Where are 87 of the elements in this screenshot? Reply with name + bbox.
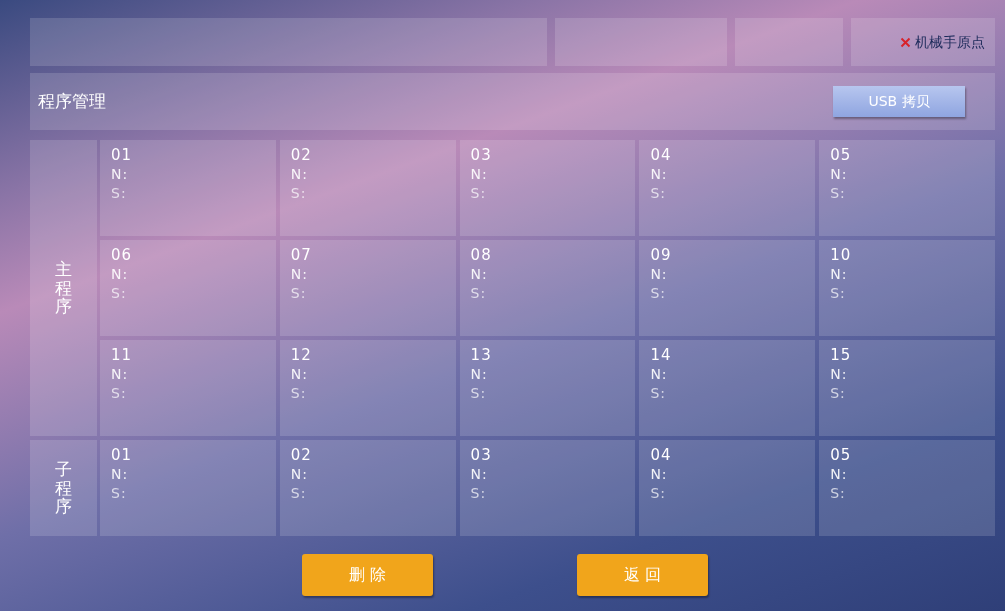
action-button[interactable]: 返 回 — [577, 554, 708, 596]
program-slot[interactable]: 05 N: S: — [819, 140, 995, 236]
name-label: N: — [290, 465, 308, 484]
size-label: S: — [650, 184, 666, 203]
program-slot[interactable]: 14 N: S: — [639, 340, 816, 436]
size-label: S: — [470, 484, 487, 503]
slot-number: 02 — [290, 146, 312, 165]
size-label: S: — [111, 384, 127, 403]
name-label: N: — [830, 165, 848, 184]
slot-number: 03 — [470, 446, 492, 465]
program-slot[interactable]: 02 N: S: — [279, 140, 456, 236]
program-slot[interactable]: 04 N: S: — [639, 140, 816, 236]
name-label: N: — [111, 365, 129, 384]
action-button[interactable]: 删 除 — [302, 554, 433, 596]
program-slot[interactable]: 02 N: S: — [279, 440, 456, 536]
name-label: N: — [470, 265, 488, 284]
slot-number: 02 — [290, 446, 312, 465]
size-label: S: — [650, 384, 666, 403]
name-label: N: — [830, 365, 848, 384]
name-label: N: — [830, 265, 848, 284]
slot-number: 13 — [470, 346, 492, 365]
slot-number: 06 — [111, 246, 133, 265]
program-slot[interactable]: 11 N: S: — [100, 340, 276, 436]
program-slot[interactable]: 09 N: S: — [639, 240, 816, 336]
slot-number: 07 — [290, 246, 312, 265]
program-slot[interactable]: 01 N: S: — [100, 440, 276, 536]
slot-number: 05 — [830, 146, 852, 165]
slot-number: 01 — [111, 446, 133, 465]
size-label: S: — [111, 284, 127, 303]
name-label: N: — [650, 165, 668, 184]
slot-number: 15 — [830, 346, 852, 365]
name-label: N: — [290, 365, 308, 384]
size-label: S: — [830, 184, 846, 203]
name-label: N: — [830, 465, 848, 484]
name-label: N: — [470, 365, 488, 384]
program-slot[interactable]: 15 N: S: — [819, 340, 995, 436]
program-slot[interactable]: 04 N: S: — [639, 440, 816, 536]
slot-number: 05 — [830, 446, 852, 465]
program-slot[interactable]: 03 N: S: — [459, 440, 636, 536]
slot-number: 01 — [111, 146, 133, 165]
group-label: 主程序 — [55, 259, 72, 317]
program-slot[interactable]: 06 N: S: — [100, 240, 276, 336]
name-label: N: — [290, 165, 308, 184]
size-label: S: — [470, 284, 487, 303]
size-label: S: — [830, 384, 846, 403]
program-slot[interactable]: 03 N: S: — [459, 140, 636, 236]
size-label: S: — [650, 484, 666, 503]
slot-number: 03 — [470, 146, 492, 165]
program-slot[interactable]: 05 N: S: — [819, 440, 995, 536]
program-slot[interactable]: 08 N: S: — [459, 240, 636, 336]
program-slot[interactable]: 12 N: S: — [279, 340, 456, 436]
name-label: N: — [111, 265, 129, 284]
size-label: S: — [111, 184, 127, 203]
size-label: S: — [830, 484, 846, 503]
name-label: N: — [111, 465, 129, 484]
size-label: S: — [290, 284, 307, 303]
size-label: S: — [111, 484, 127, 503]
slot-number: 11 — [111, 346, 133, 365]
size-label: S: — [470, 384, 487, 403]
slot-number: 04 — [650, 146, 672, 165]
size-label: S: — [290, 384, 307, 403]
name-label: N: — [290, 265, 308, 284]
size-label: S: — [830, 284, 846, 303]
name-label: N: — [650, 265, 668, 284]
page-title: 程序管理 — [38, 89, 106, 113]
program-slot[interactable]: 10 N: S: — [819, 240, 995, 336]
size-label: S: — [470, 184, 487, 203]
size-label: S: — [650, 284, 666, 303]
name-label: N: — [111, 165, 129, 184]
slot-number: 04 — [650, 446, 672, 465]
size-label: S: — [290, 484, 307, 503]
program-slot[interactable]: 01 N: S: — [100, 140, 276, 236]
name-label: N: — [650, 465, 668, 484]
slot-number: 14 — [650, 346, 672, 365]
home-status-label: 机械手原点 — [915, 32, 985, 52]
usb-copy-button[interactable]: USB 拷贝 — [833, 86, 965, 117]
slot-number: 08 — [470, 246, 492, 265]
name-label: N: — [470, 465, 488, 484]
slot-number: 09 — [650, 246, 672, 265]
size-label: S: — [290, 184, 307, 203]
program-slot[interactable]: 13 N: S: — [459, 340, 636, 436]
name-label: N: — [470, 165, 488, 184]
slot-number: 12 — [290, 346, 312, 365]
program-slot[interactable]: 07 N: S: — [279, 240, 456, 336]
name-label: N: — [650, 365, 668, 384]
slot-number: 10 — [830, 246, 852, 265]
group-label: 子程序 — [55, 459, 72, 517]
